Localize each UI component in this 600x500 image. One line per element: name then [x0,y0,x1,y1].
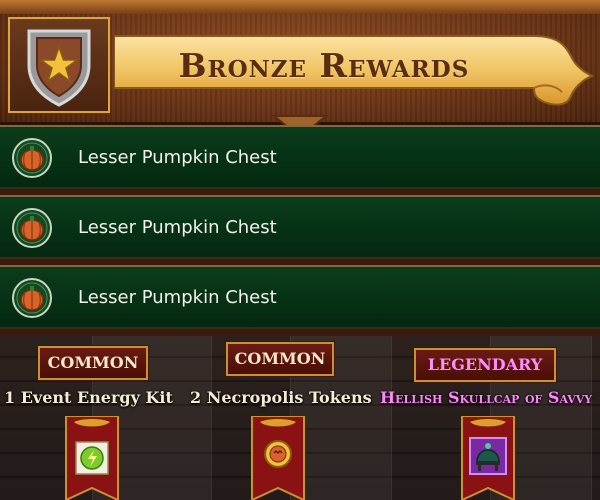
reward-row[interactable]: Lesser Pumpkin Chest [0,195,600,259]
rewards-header: Bronze Rewards [0,0,600,133]
skullcap-helmet-icon[interactable] [460,416,516,500]
pumpkin-chest-icon [12,138,52,178]
reward-label: Lesser Pumpkin Chest [78,217,277,238]
shield-star-icon [27,29,91,107]
tier-badge-frame [8,17,110,113]
page-title: Bronze Rewards [178,46,470,85]
energy-kit-icon[interactable] [64,416,120,500]
reward-row[interactable]: Lesser Pumpkin Chest [0,125,600,189]
reward-row[interactable]: Lesser Pumpkin Chest [0,265,600,329]
pumpkin-chest-icon [12,278,52,318]
rarity-badge: LEGENDARY [413,347,557,383]
reward-label: Lesser Pumpkin Chest [78,287,277,308]
item-name: 2 Necropolis Tokens [190,388,372,407]
reward-label: Lesser Pumpkin Chest [78,147,277,168]
item-name: Hellish Skullcap of Savvy [380,388,593,407]
item-name: 1 Event Energy Kit [4,388,173,407]
necropolis-token-icon[interactable] [250,416,306,500]
title-banner: Bronze Rewards [114,32,594,108]
pumpkin-chest-icon [12,208,52,248]
rarity-badge: COMMON [37,345,149,381]
rarity-badge: COMMON [225,341,335,377]
